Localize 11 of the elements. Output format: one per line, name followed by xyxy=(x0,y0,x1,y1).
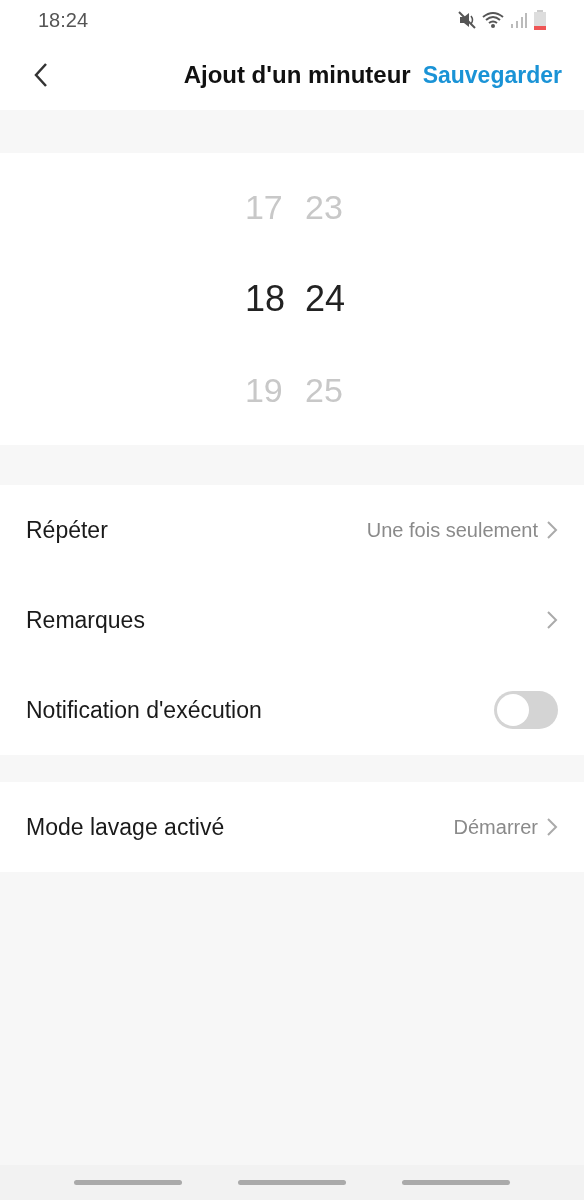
status-time: 18:24 xyxy=(38,8,89,32)
save-button[interactable]: Sauvegarder xyxy=(422,61,562,89)
row-value: Démarrer xyxy=(453,815,538,839)
picker-value[interactable]: 24 xyxy=(305,278,346,320)
row-label: Répéter xyxy=(26,516,108,544)
row-label: Remarques xyxy=(26,606,145,634)
picker-value[interactable]: 18 xyxy=(244,278,285,320)
row-value: Une fois seulement xyxy=(366,518,538,542)
row-label: Notification d'exécution xyxy=(26,696,262,724)
page-title: Ajout d'un minuteur xyxy=(183,61,411,89)
row-label: Mode lavage activé xyxy=(26,813,225,841)
